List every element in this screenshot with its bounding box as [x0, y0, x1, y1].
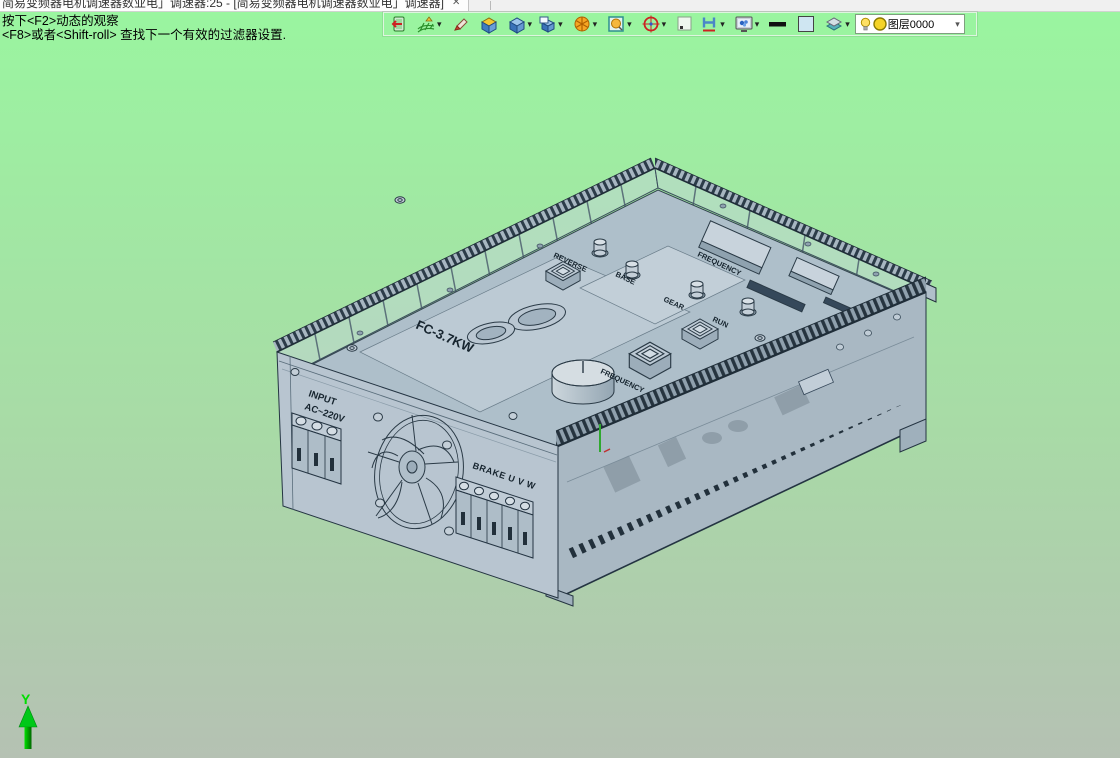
document-title: 简易变频器电机调速器数业电」调速器:25 - [简易变频器电机调速器数业电」调速…	[2, 0, 445, 10]
tab-separator	[490, 1, 491, 10]
axis-label: Y	[21, 691, 31, 707]
model-3d[interactable]: FC-3.7KW REVERSE BASE GEAR RUN FREQUENCY…	[0, 12, 1120, 758]
cad-viewport[interactable]: 按下<F2>动态的观察 <F8>或者<Shift-roll> 查找下一个有效的过…	[0, 12, 1120, 758]
close-icon[interactable]: ✕	[452, 0, 460, 8]
tab-strip: 简易变频器电机调速器数业电」调速器:25 - [简易变频器电机调速器数业电」调速…	[0, 0, 1120, 12]
document-tab[interactable]: 简易变频器电机调速器数业电」调速器:25 - [简易变频器电机调速器数业电」调速…	[0, 0, 469, 11]
axis-indicator-y: Y	[18, 691, 38, 749]
